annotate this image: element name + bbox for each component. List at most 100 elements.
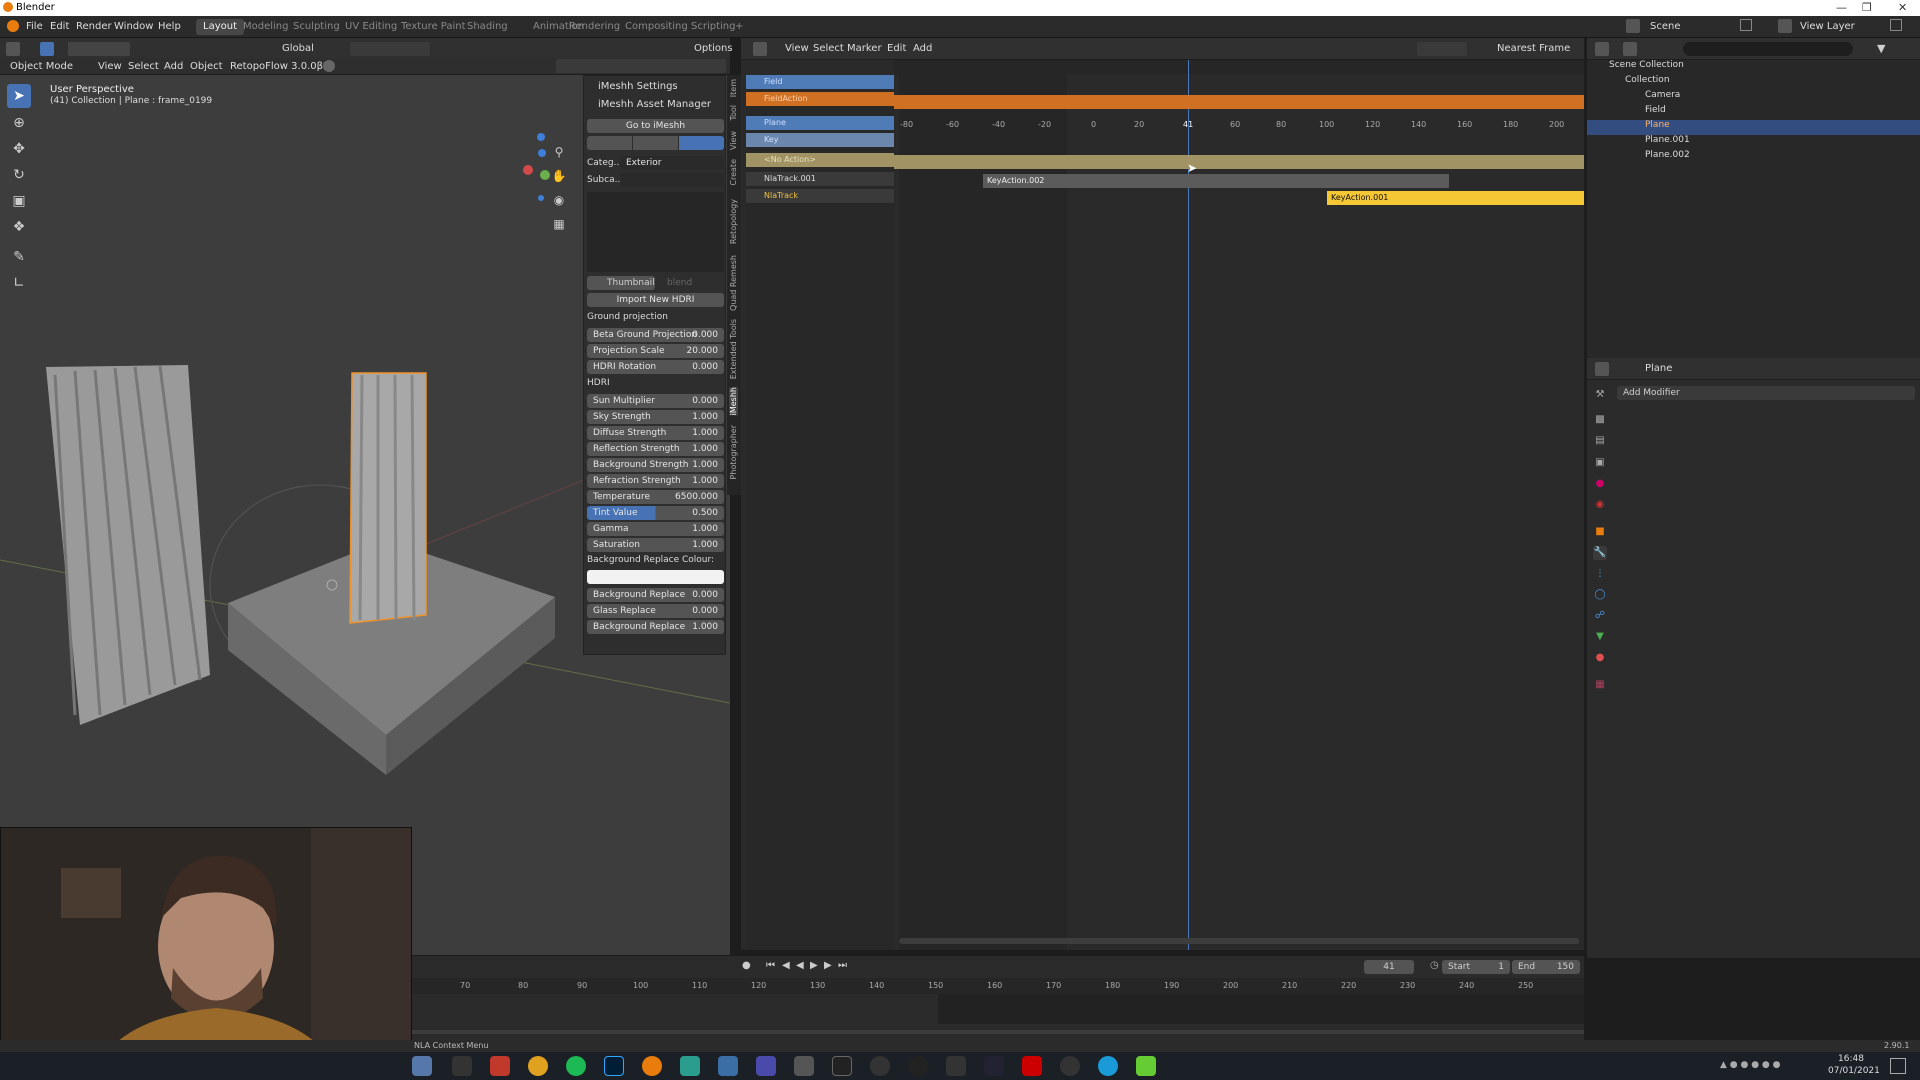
blend-toggle[interactable]: blend bbox=[667, 278, 692, 288]
select-box-icon[interactable] bbox=[40, 42, 54, 56]
outliner-plane[interactable]: Plane bbox=[1587, 120, 1920, 135]
view-layer-name[interactable]: View Layer bbox=[1800, 21, 1855, 32]
track-field-action[interactable]: FieldAction bbox=[746, 92, 894, 106]
viewport-menu-select[interactable]: Select bbox=[128, 61, 159, 72]
viewport-menu-add[interactable]: Add bbox=[164, 61, 183, 72]
preview-range-icon[interactable]: ◷ bbox=[1430, 960, 1439, 971]
tab-view[interactable]: View bbox=[729, 131, 738, 150]
start-frame-field[interactable]: Start 1 bbox=[1442, 960, 1510, 974]
viewport-menu-object[interactable]: Object bbox=[190, 61, 223, 72]
menu-window[interactable]: Window bbox=[114, 21, 153, 32]
texture-tab-icon[interactable]: ▦ bbox=[1593, 678, 1607, 692]
outliner-search-input[interactable] bbox=[1683, 42, 1853, 56]
output-tab-icon[interactable]: ▤ bbox=[1593, 434, 1607, 448]
taskbar-app-icon[interactable] bbox=[452, 1056, 472, 1076]
projection-scale-field[interactable]: Projection Scale 20.000 bbox=[587, 344, 724, 358]
play-icon[interactable]: ▶ bbox=[810, 960, 818, 971]
properties-editor-type-icon[interactable] bbox=[1595, 362, 1609, 376]
taskbar-app-icon[interactable] bbox=[490, 1056, 510, 1076]
scene-tab-icon[interactable]: ● bbox=[1593, 477, 1607, 491]
tab-imeshh[interactable]: iMeshh bbox=[729, 387, 738, 416]
taskbar-app-icon[interactable] bbox=[946, 1056, 966, 1076]
jump-end-icon[interactable]: ⏭ bbox=[838, 960, 847, 971]
imeshh-settings-header[interactable]: iMeshh Settings bbox=[598, 81, 678, 92]
nla-strip-selected[interactable]: KeyAction.001 bbox=[1327, 191, 1584, 205]
outliner-plane-002[interactable]: Plane.002 bbox=[1587, 150, 1920, 165]
no-action-row[interactable] bbox=[894, 155, 1584, 169]
nla-horizontal-scrollbar[interactable] bbox=[899, 938, 1579, 944]
acrobat-icon[interactable] bbox=[1022, 1056, 1042, 1076]
playhead-line[interactable] bbox=[1188, 60, 1189, 950]
filter-icon[interactable]: ▼ bbox=[1877, 42, 1885, 55]
taskbar-app-icon[interactable] bbox=[870, 1056, 890, 1076]
constraints-tab-icon[interactable]: ☍ bbox=[1593, 609, 1607, 623]
taskbar-app-icon[interactable] bbox=[1060, 1056, 1080, 1076]
menu-render[interactable]: Render bbox=[76, 21, 112, 32]
menu-help[interactable]: Help bbox=[158, 21, 181, 32]
blender-taskbar-icon[interactable] bbox=[642, 1056, 662, 1076]
reflection-strength-field[interactable]: Reflection Strength 1.000 bbox=[587, 442, 724, 456]
system-tray-icons[interactable]: ▲ ● ● ● ● ● bbox=[1720, 1060, 1820, 1072]
current-frame-field[interactable]: 41 bbox=[1364, 960, 1414, 974]
annotate-tool-icon[interactable]: ✎ bbox=[7, 245, 31, 269]
cursor-tool-icon[interactable]: ⊕ bbox=[7, 111, 31, 135]
jump-start-icon[interactable]: ⏮ bbox=[766, 960, 775, 971]
modifier-tab-icon[interactable]: 🔧 bbox=[1593, 546, 1607, 560]
taskbar-app-icon[interactable] bbox=[984, 1056, 1004, 1076]
taskbar-app-icon[interactable] bbox=[1136, 1056, 1156, 1076]
beta-ground-projection-field[interactable]: Beta Ground Projection 0.000 bbox=[587, 328, 724, 342]
refraction-strength-field[interactable]: Refraction Strength 1.000 bbox=[587, 474, 724, 488]
track-plane-object[interactable]: Plane bbox=[746, 116, 894, 130]
camera-view-icon[interactable]: ◉ bbox=[550, 191, 568, 209]
play-reverse-icon[interactable]: ◀ bbox=[796, 960, 804, 971]
steam-icon[interactable] bbox=[832, 1056, 852, 1076]
workspace-add-button[interactable]: + bbox=[728, 19, 750, 35]
new-view-layer-icon[interactable] bbox=[1890, 19, 1902, 31]
subcategory-dropdown[interactable] bbox=[620, 173, 724, 187]
add-modifier-dropdown[interactable]: Add Modifier bbox=[1617, 386, 1915, 400]
track-field-object[interactable]: Field bbox=[746, 75, 894, 89]
workspace-tab-shading[interactable]: Shading bbox=[460, 19, 515, 35]
saturation-field[interactable]: Saturation 1.000 bbox=[587, 538, 724, 552]
record-icon[interactable]: ● bbox=[742, 960, 751, 971]
sun-multiplier-field[interactable]: Sun Multiplier 0.000 bbox=[587, 394, 724, 408]
outliner-plane-001[interactable]: Plane.001 bbox=[1587, 135, 1920, 150]
tab-extended-tools[interactable]: Extended Tools bbox=[729, 319, 738, 379]
new-scene-icon[interactable] bbox=[1740, 19, 1752, 31]
display-mode-icon[interactable] bbox=[1623, 42, 1637, 56]
select-tool-icon[interactable]: ➤ bbox=[7, 84, 31, 108]
outliner-editor-type-icon[interactable] bbox=[1595, 42, 1609, 56]
snap-pivot-controls[interactable] bbox=[350, 42, 430, 56]
thumbnail-toggle[interactable]: Thumbnail bbox=[587, 276, 655, 290]
data-tab-icon[interactable]: ▼ bbox=[1593, 630, 1607, 644]
spotify-icon[interactable] bbox=[566, 1056, 586, 1076]
asset-preview-area[interactable] bbox=[587, 192, 724, 272]
models-mode-button[interactable] bbox=[587, 136, 632, 150]
scene-icon[interactable] bbox=[1626, 19, 1640, 33]
retopoflow-menu[interactable]: RetopoFlow 3.0.0β2 bbox=[230, 61, 329, 72]
tab-create[interactable]: Create bbox=[729, 159, 738, 186]
field-action-row[interactable] bbox=[894, 95, 1584, 109]
restore-icon[interactable]: ❐ bbox=[1862, 1, 1872, 14]
taskbar-app-icon[interactable] bbox=[680, 1056, 700, 1076]
diffuse-strength-field[interactable]: Diffuse Strength 1.000 bbox=[587, 426, 724, 440]
background-replace-field[interactable]: Background Replace 0.000 bbox=[587, 588, 724, 602]
go-to-imeshh-button[interactable]: Go to iMeshh bbox=[587, 119, 724, 133]
track-no-action[interactable]: <No Action> bbox=[746, 153, 894, 167]
temperature-field[interactable]: Temperature 6500.000 bbox=[587, 490, 724, 504]
tab-quad-remesh[interactable]: Quad Remesh bbox=[729, 255, 738, 311]
hdri-rotation-field[interactable]: HDRI Rotation 0.000 bbox=[587, 360, 724, 374]
nla-strip[interactable]: KeyAction.002 bbox=[983, 174, 1449, 188]
render-tab-icon[interactable]: ▩ bbox=[1593, 413, 1607, 427]
menu-file[interactable]: File bbox=[26, 21, 43, 32]
taskbar-app-icon[interactable] bbox=[908, 1056, 928, 1076]
nla-menu-add[interactable]: Add bbox=[913, 43, 932, 54]
start-menu-icon[interactable] bbox=[412, 1056, 432, 1076]
select-mode-buttons[interactable] bbox=[68, 42, 130, 56]
rotate-tool-icon[interactable]: ↻ bbox=[7, 163, 31, 187]
outliner-scene-collection[interactable]: Scene Collection bbox=[1587, 60, 1920, 75]
nla-menu-marker[interactable]: Marker bbox=[847, 43, 882, 54]
hdri-mode-button[interactable] bbox=[679, 136, 724, 150]
next-keyframe-icon[interactable]: ▶ bbox=[824, 960, 832, 971]
nla-menu-edit[interactable]: Edit bbox=[887, 43, 906, 54]
